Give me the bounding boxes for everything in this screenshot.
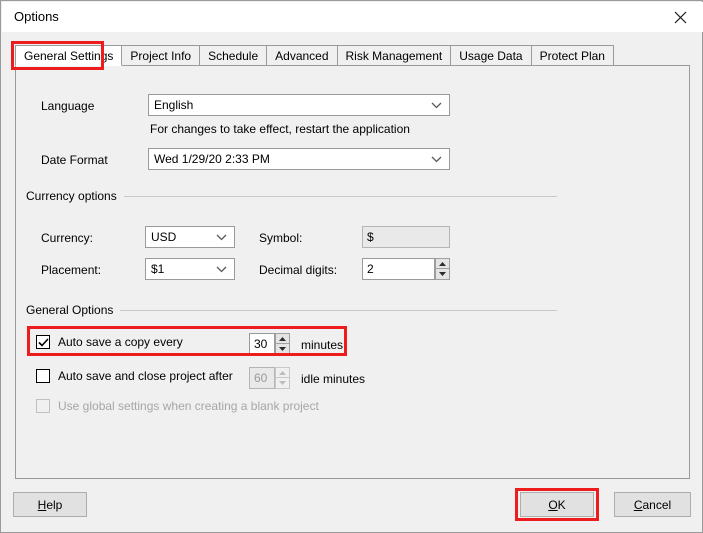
title-bar: Options	[2, 2, 703, 32]
stepper-down-icon[interactable]	[435, 269, 450, 280]
ok-button[interactable]: OK	[520, 492, 594, 517]
symbol-label: Symbol:	[259, 231, 303, 245]
chevron-down-icon	[428, 149, 444, 169]
help-button[interactable]: Help	[13, 492, 87, 517]
window-title: Options	[14, 9, 59, 24]
tab-usage-data[interactable]: Usage Data	[450, 45, 532, 66]
auto-save-close-unit: idle minutes	[301, 372, 366, 386]
tab-label: Usage Data	[459, 49, 523, 63]
auto-save-copy-label: Auto save a copy every	[58, 335, 183, 349]
chevron-down-icon	[213, 227, 229, 247]
currency-label: Currency:	[41, 231, 94, 245]
close-glyph	[674, 11, 686, 23]
checkmark-icon	[37, 337, 49, 347]
tab-content-panel: Language English For changes to take eff…	[15, 65, 690, 479]
stepper-up-icon[interactable]	[275, 333, 290, 344]
auto-save-copy-checkbox[interactable]: Auto save a copy every	[36, 335, 183, 349]
tab-label: Project Info	[130, 49, 192, 63]
decimal-digits-field[interactable]: 2	[362, 258, 435, 280]
chevron-down-icon	[428, 95, 444, 115]
auto-save-close-label: Auto save and close project after	[58, 369, 233, 383]
help-button-label: Help	[38, 498, 63, 512]
help-suffix: elp	[46, 497, 63, 512]
stepper-down-icon	[275, 378, 290, 389]
auto-save-copy-minutes-field[interactable]: 30	[249, 333, 275, 355]
stepper-up-icon	[275, 367, 290, 378]
language-value: English	[154, 98, 194, 112]
tab-label: General Settings	[24, 49, 114, 63]
tab-schedule[interactable]: Schedule	[199, 45, 268, 66]
placement-label: Placement:	[41, 263, 102, 277]
options-dialog: Options General Settings Project Info Sc…	[0, 0, 703, 533]
placement-dropdown[interactable]: $1	[145, 258, 235, 280]
date-format-value: Wed 1/29/20 2:33 PM	[154, 152, 270, 166]
language-restart-hint: For changes to take effect, restart the …	[150, 122, 410, 136]
tab-label: Schedule	[208, 49, 259, 63]
tab-label: Advanced	[275, 49, 329, 63]
tab-general-settings[interactable]: General Settings	[15, 45, 123, 66]
symbol-field: $	[362, 226, 450, 248]
tab-protect-plan[interactable]: Protect Plan	[530, 45, 614, 66]
placement-value: $1	[151, 262, 165, 276]
decimal-digits-value: 2	[367, 262, 374, 276]
cancel-button-label: Cancel	[634, 498, 671, 512]
currency-dropdown[interactable]: USD	[145, 226, 235, 248]
stepper-up-icon[interactable]	[435, 258, 450, 269]
date-format-dropdown[interactable]: Wed 1/29/20 2:33 PM	[148, 148, 450, 170]
tab-advanced[interactable]: Advanced	[266, 45, 338, 66]
use-global-settings-checkbox: Use global settings when creating a blan…	[36, 399, 319, 413]
ok-accel: O	[548, 497, 558, 512]
general-options-group-divider	[120, 310, 557, 311]
currency-options-group-label: Currency options	[26, 189, 121, 203]
auto-save-close-minutes-value: 60	[254, 371, 268, 385]
auto-save-close-minutes-field: 60	[249, 367, 275, 389]
auto-save-close-stepper	[275, 367, 290, 389]
currency-options-group-divider	[124, 196, 557, 197]
cancel-button[interactable]: Cancel	[614, 492, 691, 517]
cancel-suffix: ancel	[642, 497, 672, 512]
auto-save-close-checkbox[interactable]: Auto save and close project after	[36, 369, 233, 383]
tab-project-info[interactable]: Project Info	[121, 45, 201, 66]
tab-risk-management[interactable]: Risk Management	[336, 45, 452, 66]
language-dropdown[interactable]: English	[148, 94, 450, 116]
decimal-digits-stepper[interactable]	[435, 258, 450, 280]
stepper-down-icon[interactable]	[275, 344, 290, 355]
auto-save-copy-minutes-value: 30	[254, 337, 268, 351]
tab-label: Risk Management	[345, 49, 443, 63]
ok-suffix: K	[557, 497, 566, 512]
currency-value: USD	[151, 230, 177, 244]
chevron-down-icon	[213, 259, 229, 279]
date-format-label: Date Format	[41, 153, 108, 167]
language-label: Language	[41, 99, 95, 113]
tab-label: Protect Plan	[539, 49, 605, 63]
ok-button-label: OK	[548, 498, 565, 512]
auto-save-copy-stepper[interactable]	[275, 333, 290, 355]
tab-strip: General Settings Project Info Schedule A…	[15, 45, 614, 66]
general-options-group-label: General Options	[26, 303, 118, 317]
close-icon[interactable]	[657, 2, 703, 32]
checkbox-checked-icon[interactable]	[36, 335, 50, 349]
use-global-settings-label: Use global settings when creating a blan…	[58, 399, 319, 413]
decimal-digits-label: Decimal digits:	[259, 263, 338, 277]
symbol-value: $	[367, 230, 374, 244]
auto-save-copy-unit: minutes	[301, 338, 344, 352]
checkbox-unchecked-icon[interactable]	[36, 369, 50, 383]
checkbox-unchecked-disabled-icon	[36, 399, 50, 413]
